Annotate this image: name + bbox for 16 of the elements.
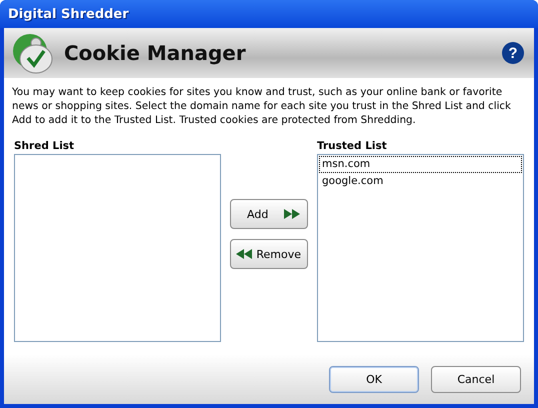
add-button[interactable]: Add xyxy=(230,199,308,229)
description-text: You may want to keep cookies for sites you know and trust, such as your online bank or favorite news or shopping sites. Select the domain name for each site you trust in the Shred List and click Add to add it to the Trusted List. Trusted cookies are protected from Shredding. xyxy=(12,86,512,128)
list-item[interactable]: msn.com xyxy=(319,156,522,173)
window-title: Digital Shredder xyxy=(8,6,129,22)
header-title: Cookie Manager xyxy=(64,41,247,65)
list-label: Trusted List xyxy=(317,140,388,153)
double-arrow-left-icon xyxy=(235,249,253,259)
remove-button[interactable]: Remove xyxy=(230,239,308,269)
cancel-button[interactable]: Cancel xyxy=(431,366,521,392)
help-button[interactable]: ? xyxy=(502,42,524,64)
list-item[interactable]: google.com xyxy=(319,173,522,190)
ok-button[interactable]: OK xyxy=(329,366,419,392)
double-arrow-right-icon xyxy=(283,209,301,219)
trusted-list[interactable]: msn.com google.com xyxy=(317,154,524,342)
shred-list[interactable] xyxy=(14,154,221,342)
list-label: Shred List xyxy=(14,140,76,153)
